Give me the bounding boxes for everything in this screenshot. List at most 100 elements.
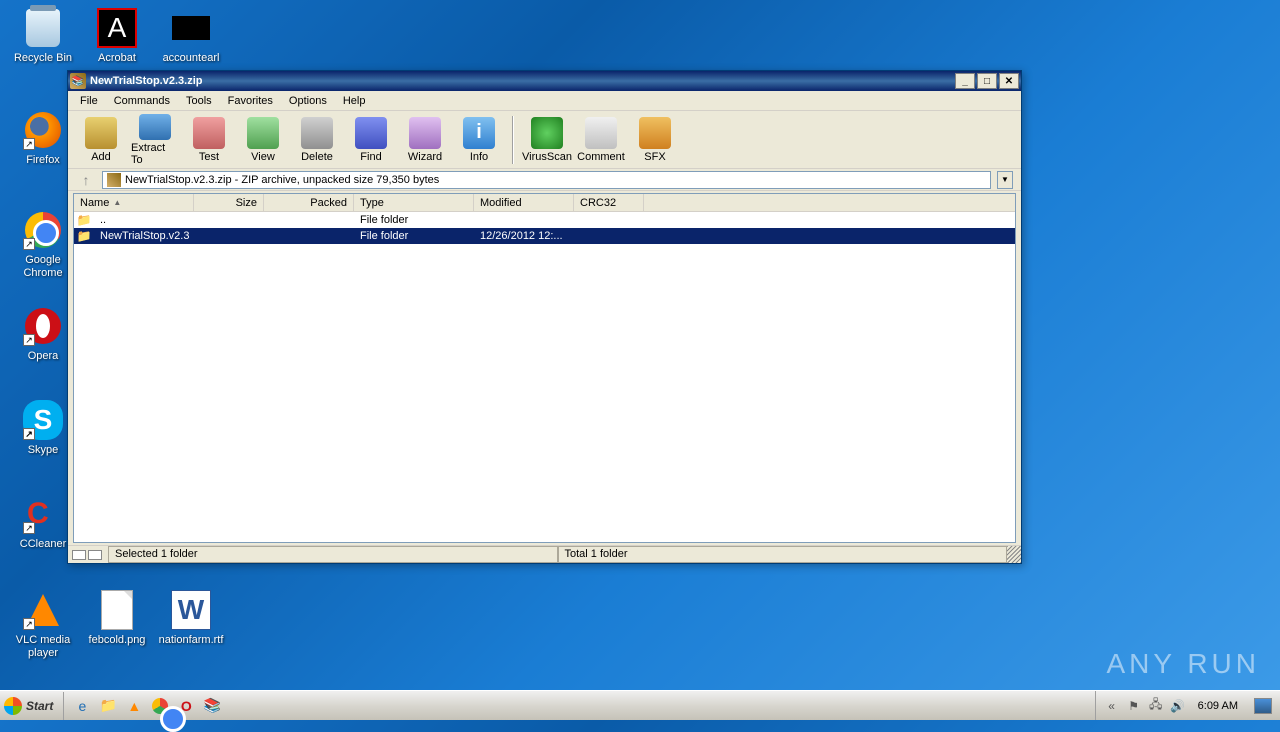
row-name: ..: [94, 214, 194, 226]
column-type[interactable]: Type: [354, 194, 474, 211]
list-header: Name▲ Size Packed Type Modified CRC32: [74, 194, 1015, 212]
info-icon: i: [463, 117, 495, 149]
ql-vlc[interactable]: ▲: [124, 696, 144, 716]
row-name: NewTrialStop.v2.3: [94, 230, 194, 242]
icon-label: VLC media player: [8, 634, 78, 660]
firefox-icon: ↗: [23, 110, 63, 150]
virus-icon: [531, 117, 563, 149]
add-icon: [85, 117, 117, 149]
ccleaner-icon: ↗: [23, 494, 63, 534]
icon-label: febcold.png: [82, 634, 152, 647]
view-button[interactable]: View: [238, 113, 288, 167]
app-icon: 📚: [70, 73, 86, 89]
icon-label: nationfarm.rtf: [156, 634, 226, 647]
icon-label: accountearl: [156, 52, 226, 65]
row-modified: 12/26/2012 12:...: [474, 230, 574, 242]
archive-icon: [107, 173, 121, 187]
status-icons: [68, 546, 108, 563]
extract-button[interactable]: Extract To: [130, 113, 180, 167]
tray-volume-icon[interactable]: 🔊: [1170, 698, 1186, 714]
clock[interactable]: 6:09 AM: [1192, 700, 1244, 712]
desktop-icon-acrobat[interactable]: A Acrobat: [82, 8, 152, 65]
desktop-icon-nationfarm[interactable]: W nationfarm.rtf: [156, 590, 226, 647]
desktop-icon-accountearl[interactable]: accountearl: [156, 8, 226, 65]
list-row-parent[interactable]: 📁 .. File folder: [74, 212, 1015, 228]
start-button[interactable]: Start: [0, 692, 64, 720]
menu-options[interactable]: Options: [281, 93, 335, 109]
icon-label: Recycle Bin: [8, 52, 78, 65]
titlebar[interactable]: 📚 NewTrialStop.v2.3.zip _ □ ✕: [68, 71, 1021, 91]
maximize-button[interactable]: □: [977, 73, 997, 89]
comment-button[interactable]: Comment: [576, 113, 626, 167]
column-size[interactable]: Size: [194, 194, 264, 211]
skype-icon: S↗: [23, 400, 63, 440]
ql-explorer[interactable]: 📁: [98, 696, 118, 716]
window-title: NewTrialStop.v2.3.zip: [90, 75, 955, 87]
statusbar: Selected 1 folder Total 1 folder: [68, 545, 1021, 563]
column-crc[interactable]: CRC32: [574, 194, 644, 211]
watermark: ANY RUN: [1106, 648, 1260, 680]
close-button[interactable]: ✕: [999, 73, 1019, 89]
ql-winrar[interactable]: 📚: [202, 696, 222, 716]
acrobat-icon: A: [97, 8, 137, 48]
file-list: Name▲ Size Packed Type Modified CRC32 📁 …: [73, 193, 1016, 543]
view-icon: [247, 117, 279, 149]
desktop-icon-febcold[interactable]: febcold.png: [82, 590, 152, 647]
virusscan-button[interactable]: VirusScan: [522, 113, 572, 167]
test-icon: [193, 117, 225, 149]
column-packed[interactable]: Packed: [264, 194, 354, 211]
chrome-icon: ↗: [23, 210, 63, 250]
sfx-button[interactable]: SFX: [630, 113, 680, 167]
toolbar: Add Extract To Test View Delete Find Wiz…: [68, 111, 1021, 169]
opera-icon: ↗: [23, 306, 63, 346]
test-button[interactable]: Test: [184, 113, 234, 167]
delete-icon: [301, 117, 333, 149]
minimize-button[interactable]: _: [955, 73, 975, 89]
taskbar: Start e 📁 ▲ O 📚 « ⚑ 🖧 🔊 6:09 AM: [0, 690, 1280, 720]
list-row-folder[interactable]: 📁 NewTrialStop.v2.3 File folder 12/26/20…: [74, 228, 1015, 244]
desktop-icon-vlc[interactable]: ↗ VLC media player: [8, 590, 78, 660]
add-button[interactable]: Add: [76, 113, 126, 167]
column-modified[interactable]: Modified: [474, 194, 574, 211]
extract-icon: [139, 114, 171, 140]
windows-logo-icon: [4, 697, 22, 715]
menu-commands[interactable]: Commands: [106, 93, 178, 109]
desktop-icon-recycle-bin[interactable]: Recycle Bin: [8, 8, 78, 65]
menu-file[interactable]: File: [72, 93, 106, 109]
wizard-button[interactable]: Wizard: [400, 113, 450, 167]
show-desktop-button[interactable]: [1254, 698, 1272, 714]
sort-asc-icon: ▲: [113, 198, 121, 207]
tray-flag-icon[interactable]: ⚑: [1126, 698, 1142, 714]
png-file-icon: [97, 590, 137, 630]
menu-help[interactable]: Help: [335, 93, 374, 109]
folder-up-icon: 📁: [76, 213, 92, 227]
row-type: File folder: [354, 214, 474, 226]
start-label: Start: [26, 699, 53, 713]
wizard-icon: [409, 117, 441, 149]
menu-favorites[interactable]: Favorites: [220, 93, 281, 109]
menu-tools[interactable]: Tools: [178, 93, 220, 109]
icon-label: Acrobat: [82, 52, 152, 65]
info-button[interactable]: iInfo: [454, 113, 504, 167]
resize-grip[interactable]: [1007, 546, 1021, 563]
winrar-window: 📚 NewTrialStop.v2.3.zip _ □ ✕ File Comma…: [67, 70, 1022, 564]
delete-button[interactable]: Delete: [292, 113, 342, 167]
status-selected: Selected 1 folder: [108, 546, 558, 563]
path-input[interactable]: NewTrialStop.v2.3.zip - ZIP archive, unp…: [102, 171, 991, 189]
system-tray: « ⚑ 🖧 🔊 6:09 AM: [1095, 691, 1280, 720]
ql-chrome[interactable]: [150, 696, 170, 716]
path-text: NewTrialStop.v2.3.zip - ZIP archive, unp…: [125, 174, 439, 186]
up-button[interactable]: ↑: [76, 171, 96, 189]
tray-expand-icon[interactable]: «: [1104, 698, 1120, 714]
column-name[interactable]: Name▲: [74, 194, 194, 211]
ql-ie[interactable]: e: [72, 696, 92, 716]
folder-icon: 📁: [76, 229, 92, 243]
row-type: File folder: [354, 230, 474, 242]
tray-network-icon[interactable]: 🖧: [1148, 698, 1164, 714]
file-icon: [171, 8, 211, 48]
pathbar: ↑ NewTrialStop.v2.3.zip - ZIP archive, u…: [68, 169, 1021, 191]
path-dropdown-button[interactable]: ▼: [997, 171, 1013, 189]
find-button[interactable]: Find: [346, 113, 396, 167]
find-icon: [355, 117, 387, 149]
list-body: 📁 .. File folder 📁 NewTrialStop.v2.3 Fil…: [74, 212, 1015, 244]
